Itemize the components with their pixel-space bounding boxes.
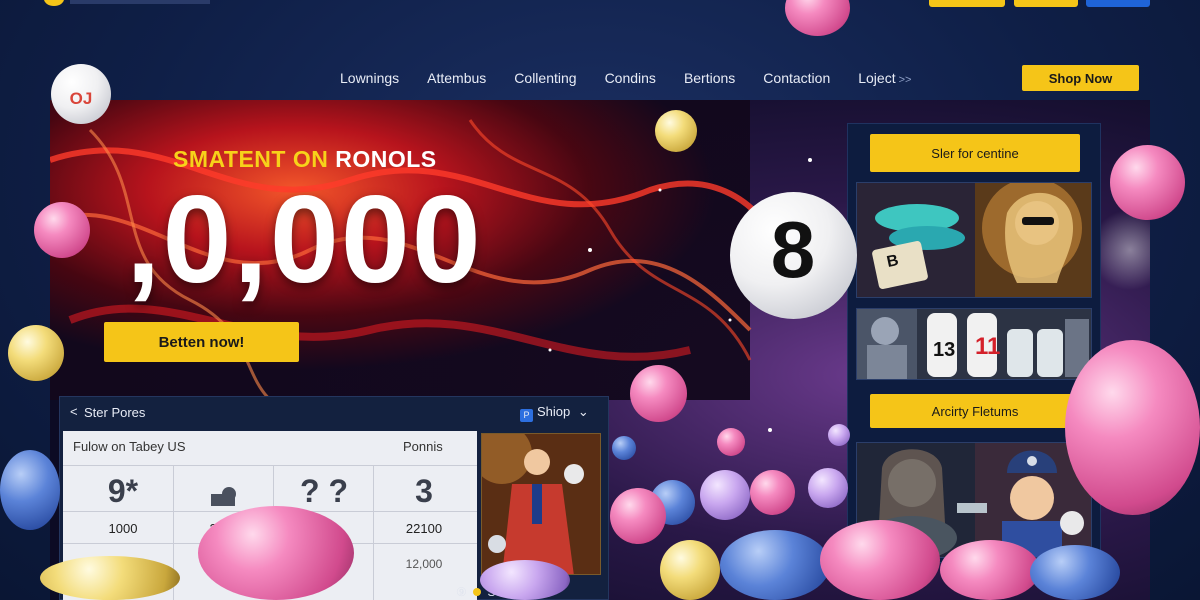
table-cell-value: 12,000 [405, 557, 443, 571]
nav-item-collenting[interactable]: Collenting [514, 66, 576, 90]
side-top-button[interactable]: Sler for centine [870, 134, 1080, 172]
table-cell-value: 1000 [108, 521, 138, 536]
lottery-ball [1110, 145, 1185, 220]
table-cell-big: ? ? [300, 473, 348, 509]
ticket-icon-art [211, 487, 236, 506]
table-column: 3 22100 12,000 [373, 465, 473, 600]
lottery-ball [0, 450, 60, 530]
lottery-ball [750, 470, 795, 515]
header-button-1[interactable] [929, 0, 1005, 7]
lottery-ball [720, 530, 830, 600]
hero-tagline: SMATENT ON RONOLS [173, 146, 437, 173]
promo-image-shoes[interactable]: B [856, 182, 1092, 298]
lottery-ball [700, 470, 750, 520]
lottery-ball [828, 424, 850, 446]
widget-title: Ster Pores [84, 405, 146, 420]
chevron-right-icon: >> [898, 74, 912, 86]
promo-image-slots[interactable]: 13 11 [856, 308, 1092, 380]
lottery-ball [40, 556, 180, 600]
table-cell-big: 3 [415, 473, 433, 509]
table-header-points: Ponnis [403, 439, 443, 454]
lottery-ball [785, 0, 850, 36]
nav-item-lownings[interactable]: Lownings [340, 66, 399, 90]
header-button-2[interactable] [1014, 0, 1078, 7]
nav-item-loject[interactable]: Loject >> [858, 66, 911, 90]
logo-icon[interactable] [44, 0, 64, 6]
table-title: Fulow on Tabey US [73, 439, 186, 454]
lottery-ball [198, 506, 354, 600]
shop-now-button[interactable]: Shop Now [1022, 65, 1139, 91]
promo-image-shoes-art [857, 183, 1091, 297]
lottery-ball-eight: 8 [730, 192, 857, 319]
lottery-ball [660, 540, 720, 600]
shop-badge-icon: P [520, 409, 533, 422]
nav-item-loject-label: Loject [858, 70, 896, 86]
ball-letters: OJ [69, 89, 93, 108]
lottery-ball [630, 365, 687, 422]
hero-tagline-rest: RONOLS [335, 146, 437, 172]
lottery-ball [34, 202, 90, 258]
nav-item-bertions[interactable]: Bertions [684, 66, 735, 90]
side-bottom-button[interactable]: Arcirty Fletums [870, 394, 1080, 428]
lottery-ball [1065, 340, 1200, 515]
widget-shop-dropdown[interactable]: P Shiop ⌄ [520, 404, 589, 422]
dot-icon [473, 588, 482, 596]
nav-item-condins[interactable]: Condins [605, 66, 656, 90]
lottery-ball [717, 428, 745, 456]
lottery-ball [940, 540, 1040, 600]
nav-item-contaction[interactable]: Contaction [763, 66, 830, 90]
logo-wordmark [70, 0, 210, 4]
widget-shop-label: Shiop [537, 404, 571, 419]
header-button-3[interactable] [1086, 0, 1150, 7]
main-nav: Lownings Attembus Collenting Condins Ber… [340, 66, 939, 90]
table-cell-big: 9* [107, 473, 139, 509]
jackpot-amount: ,0,000 [126, 171, 483, 309]
lottery-ball-oj: OJ [51, 64, 111, 124]
ball-number: 8 [770, 205, 816, 294]
lottery-ball [8, 325, 64, 381]
chevron-down-icon: ⌄ [577, 404, 589, 419]
lottery-ball [820, 520, 940, 600]
slot-number-1: 13 [933, 339, 956, 361]
lottery-ball [655, 110, 697, 152]
widget-header: < Ster Pores P Shiop ⌄ [60, 397, 610, 427]
chevron-left-icon[interactable]: < [70, 404, 78, 419]
bet-now-button[interactable]: Betten now! [104, 322, 299, 362]
player-image-art [482, 434, 600, 574]
player-image[interactable] [481, 433, 601, 575]
top-header-strip [0, 0, 1200, 8]
slot-number-2: 11 [975, 333, 1001, 360]
nav-item-attembus[interactable]: Attembus [427, 66, 486, 90]
hero-tagline-highlight: SMATENT ON [173, 146, 329, 172]
lottery-ball [1030, 545, 1120, 600]
lottery-ball [808, 468, 848, 508]
table-cell-value: 22100 [405, 521, 443, 536]
lottery-ball [612, 436, 636, 460]
badge-icon: ⑨ [456, 585, 467, 599]
lottery-ball [480, 560, 570, 600]
side-panel: Sler for centine B 13 11 Arcirty Fletums [847, 123, 1101, 563]
lottery-ball [610, 488, 666, 544]
